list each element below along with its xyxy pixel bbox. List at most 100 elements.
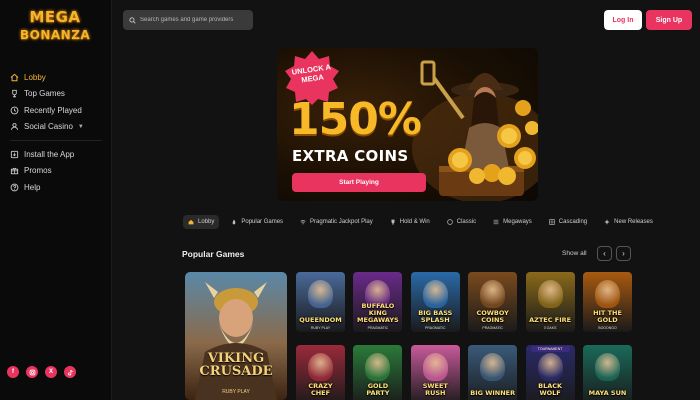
game-tile[interactable]: SWEET RUSH [410,345,460,400]
sidebar-item-label: Promos [24,166,52,176]
sidebar-item-label: Help [24,182,41,192]
brand-logo[interactable]: MEGA BONANZA [20,8,90,54]
game-tile[interactable]: TOURNAMENT BLACK WOLF [525,345,575,400]
login-button[interactable]: Log In [604,10,642,30]
fire-icon [231,219,237,225]
game-provider: BOOONGO [598,326,617,330]
category-tabs: Lobby Popular Games Pragmatic Jackpot Pl… [183,215,665,229]
game-provider: PRAGMATIC [425,326,446,330]
sidebar-item-promos[interactable]: Promos [10,163,106,180]
sidebar-nav: Lobby Top Games Recently Played Social C… [10,69,106,196]
tab-label: Classic [456,219,477,225]
signup-button[interactable]: Sign Up [646,10,692,30]
sidebar-item-label: Lobby [24,72,46,82]
game-tile-featured[interactable]: VIKING CRUSADE RUBY PLAY [185,272,287,400]
tab-label: Cascading [558,219,588,225]
tab-label: Pragmatic Jackpot Play [310,219,373,225]
brand-logo-line1: MEGA [29,8,81,26]
home-icon [10,73,19,82]
search-input[interactable] [140,17,250,23]
sidebar-item-social-casino[interactable]: Social Casino ▼ [10,119,106,136]
game-title: BIG WINNER [470,389,516,397]
game-title: CRAZY CHEF [308,382,333,397]
tab-classic[interactable]: Classic [442,215,481,229]
game-tile[interactable]: AZTEC FIRE 3 OAKS [525,272,575,332]
facebook-icon[interactable]: f [7,366,19,378]
game-tile[interactable]: BIG WINNER [468,345,518,400]
game-artwork [422,353,448,381]
game-tile[interactable]: COWBOY COINS PRAGMATIC [468,272,518,332]
sidebar-item-help[interactable]: Help [10,179,106,196]
tab-popular-games[interactable]: Popular Games [226,215,288,229]
game-title: BLACK WOLF [538,382,563,397]
game-artwork [365,353,391,381]
brand-logo-line2: BONANZA [20,28,91,42]
sidebar-item-label: Recently Played [24,105,82,115]
game-tile[interactable]: BIG BASS SPLASH PRAGMATIC [410,272,460,332]
tab-label: Megaways [503,219,532,225]
carousel-prev-button[interactable]: ‹ [597,246,612,261]
game-artwork [308,280,333,308]
featured-game-title: VIKING CRUSADE [199,351,273,379]
tab-megaways[interactable]: Megaways [488,215,537,229]
tab-label: Hold & Win [399,219,430,225]
game-title: BUFFALO KING MEGAWAYS [357,302,399,324]
tab-cascading[interactable]: Cascading [544,215,592,229]
banner-percent: 150% [289,94,422,145]
game-provider: 3 OAKS [543,326,557,330]
start-playing-button[interactable]: Start Playing [292,173,426,192]
sidebar-item-top-games[interactable]: Top Games [10,86,106,103]
banner-subtitle: EXTRA COINS [292,147,409,165]
tab-pragmatic-jackpot[interactable]: Pragmatic Jackpot Play [295,215,378,229]
sparkle-icon [604,219,610,225]
tournament-badge: TOURNAMENT [530,346,570,352]
game-title: MAYA SUN [588,389,627,397]
lines-icon [493,219,499,225]
instagram-icon[interactable] [26,366,38,378]
tab-lobby[interactable]: Lobby [183,215,220,229]
game-artwork [595,280,620,308]
featured-game-provider: RUBY PLAY [222,389,250,395]
chevron-right-icon: › [622,249,625,258]
section-title: Popular Games [182,249,245,259]
game-artwork [537,353,563,381]
tab-label: Popular Games [241,219,284,225]
tiktok-icon[interactable] [64,366,76,378]
promo-banner[interactable]: UNLOCK A MEGA 150% EXTRA COINS Start Pla… [277,48,538,201]
chevron-down-icon: ▼ [77,123,84,130]
clock-icon [10,106,19,115]
sidebar-item-lobby[interactable]: Lobby [10,69,106,86]
game-artwork [308,353,333,381]
sidebar-item-recently-played[interactable]: Recently Played [10,102,106,119]
game-title: COWBOY COINS [476,309,509,324]
carousel-next-button[interactable]: › [616,246,631,261]
game-provider: RUBY PLAY [310,326,331,330]
game-provider: PRAGMATIC [482,326,503,330]
game-tile[interactable]: HIT THE GOLD BOOONGO [583,272,632,332]
game-tile[interactable]: BUFFALO KING MEGAWAYS PRAGMATIC [353,272,403,332]
search-bar[interactable] [123,10,253,30]
game-tile[interactable]: MAYA SUN [583,345,632,400]
game-tile[interactable]: GOLD PARTY [353,345,403,400]
x-twitter-icon[interactable]: X [45,366,57,378]
viking-artwork [195,282,277,400]
grid-icon [549,219,555,225]
game-provider: PRAGMATIC [367,326,389,330]
game-artwork [422,280,448,308]
sidebar-divider [10,140,102,141]
game-title: SWEET RUSH [422,382,448,397]
sidebar-item-label: Top Games [24,89,65,99]
tab-label: New Releases [614,219,653,225]
game-tile[interactable]: CRAZY CHEF [296,345,345,400]
gift-icon [10,166,19,175]
tab-new-releases[interactable]: New Releases [599,215,658,229]
game-title: AZTEC FIRE [529,316,572,324]
x-twitter-icon-glyph: X [48,369,53,375]
game-title: GOLD PARTY [366,382,390,397]
tab-label: Lobby [198,219,215,225]
game-tile[interactable]: QUEENDOM RUBY PLAY [296,272,345,332]
show-all-link[interactable]: Show all [562,250,587,257]
game-artwork [537,280,563,308]
tab-hold-and-win[interactable]: Hold & Win [385,215,435,229]
sidebar-item-install-app[interactable]: Install the App [10,146,106,163]
